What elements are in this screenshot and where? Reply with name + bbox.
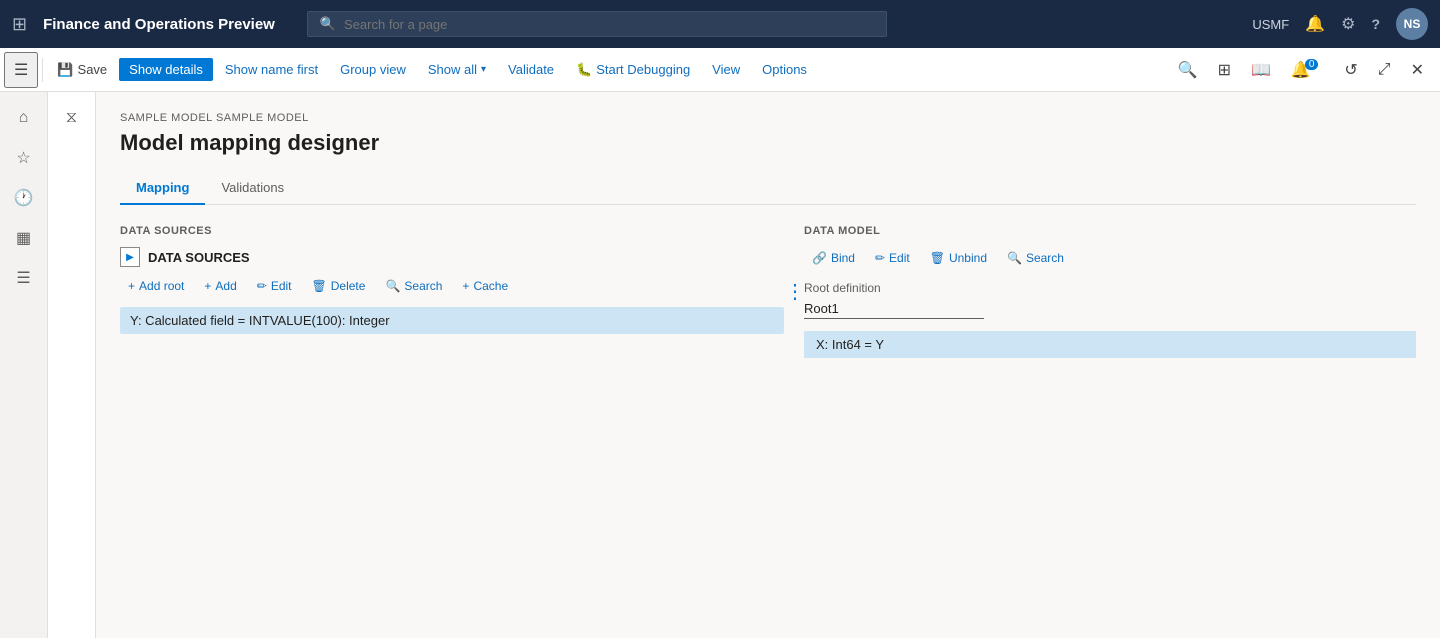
data-sources-label: DATA SOURCES: [120, 225, 784, 237]
avatar[interactable]: NS: [1396, 8, 1428, 40]
root-definition-input[interactable]: [804, 299, 984, 319]
dm-tree-item-x[interactable]: X: Int64 = Y: [804, 331, 1416, 358]
search-ds-button[interactable]: 🔍 Search: [377, 275, 450, 297]
hamburger-button[interactable]: ☰: [4, 52, 38, 88]
left-sidebar: ⌂ ☆ 🕐 ▦ ☰: [0, 92, 48, 638]
cmd-expand-button[interactable]: ⤢: [1370, 57, 1399, 83]
delete-icon: 🗑: [312, 279, 327, 293]
gear-icon[interactable]: ⚙: [1341, 14, 1355, 34]
cmd-puzzle-button[interactable]: ⊞: [1210, 56, 1239, 84]
edit-icon: ✏: [257, 279, 267, 293]
show-name-first-button[interactable]: Show name first: [215, 58, 328, 81]
sidebar-list[interactable]: ☰: [6, 260, 42, 296]
separator-1: [42, 58, 43, 82]
tab-validations[interactable]: Validations: [205, 172, 300, 205]
save-button[interactable]: 💾 Save: [47, 58, 117, 82]
cache-button[interactable]: + Cache: [454, 275, 516, 297]
validate-button[interactable]: Validate: [498, 58, 564, 81]
cmd-search-button[interactable]: 🔍: [1170, 56, 1206, 84]
sidebar-home[interactable]: ⌂: [6, 100, 42, 136]
dm-edit-icon: ✏: [875, 251, 885, 265]
tabs: Mapping Validations: [120, 172, 1416, 205]
data-model-panel: DATA MODEL 🔗 Bind ✏ Edit 🗑 Unbind: [796, 225, 1416, 358]
show-all-button[interactable]: Show all ▾: [418, 58, 496, 81]
start-debugging-button[interactable]: 🐛 Start Debugging: [566, 58, 700, 82]
add-button[interactable]: + Add: [196, 275, 244, 297]
grid-icon[interactable]: ⊞: [12, 14, 27, 35]
data-sources-title: DATA SOURCES: [148, 250, 250, 265]
dm-edit-button[interactable]: ✏ Edit: [867, 247, 918, 269]
user-name: USMF: [1252, 17, 1289, 32]
dm-search-button[interactable]: 🔍 Search: [999, 247, 1072, 269]
tab-mapping[interactable]: Mapping: [120, 172, 205, 205]
edit-button[interactable]: ✏ Edit: [249, 275, 300, 297]
filter-icon[interactable]: ⧖: [54, 100, 90, 136]
cmd-book-button[interactable]: 📖: [1243, 56, 1279, 84]
view-button[interactable]: View: [702, 58, 750, 81]
add-icon: +: [204, 279, 211, 293]
breadcrumb: SAMPLE MODEL SAMPLE MODEL: [120, 112, 1416, 124]
app-title: Finance and Operations Preview: [43, 16, 275, 33]
data-sources-toolbar: + Add root + Add ✏ Edit 🗑 Delete: [120, 275, 784, 297]
options-button[interactable]: Options: [752, 58, 817, 81]
panels-container: DATA SOURCES ▶ DATA SOURCES + Add root +…: [120, 225, 1416, 358]
search-ds-icon: 🔍: [385, 279, 400, 293]
data-model-label: DATA MODEL: [804, 225, 1416, 237]
show-all-dropdown-icon: ▾: [481, 64, 486, 75]
data-sources-panel: DATA SOURCES ▶ DATA SOURCES + Add root +…: [120, 225, 792, 358]
data-sources-header: ▶ DATA SOURCES: [120, 247, 784, 267]
expand-tree-button[interactable]: ▶: [120, 247, 140, 267]
add-root-icon: +: [128, 279, 135, 293]
cmd-right-icons: 🔍 ⊞ 📖 🔔0 ↺ ⤢ ✕: [1170, 56, 1432, 84]
cmd-close-button[interactable]: ✕: [1403, 56, 1432, 84]
help-icon[interactable]: ?: [1371, 16, 1380, 32]
command-bar: ☰ 💾 Save Show details Show name first Gr…: [0, 48, 1440, 92]
unbind-button[interactable]: 🗑 Unbind: [922, 247, 995, 269]
sidebar-workspaces[interactable]: ▦: [6, 220, 42, 256]
unbind-icon: 🗑: [930, 251, 945, 265]
bell-icon[interactable]: 🔔: [1305, 14, 1325, 34]
cache-icon: +: [462, 279, 469, 293]
search-input[interactable]: [344, 17, 874, 32]
save-icon: 💾: [57, 62, 73, 78]
filter-sidebar: ⧖: [48, 92, 96, 638]
delete-button[interactable]: 🗑 Delete: [304, 275, 374, 297]
bind-icon: 🔗: [812, 251, 827, 265]
add-root-button[interactable]: + Add root: [120, 275, 192, 297]
tree-item-y[interactable]: Y: Calculated field = INTVALUE(100): Int…: [120, 307, 784, 334]
cmd-notification-button[interactable]: 🔔0: [1283, 56, 1332, 84]
search-icon: 🔍: [320, 16, 336, 32]
top-bar: ⊞ Finance and Operations Preview 🔍 USMF …: [0, 0, 1440, 48]
show-details-button[interactable]: Show details: [119, 58, 213, 81]
dm-search-icon: 🔍: [1007, 251, 1022, 265]
sidebar-recent[interactable]: 🕐: [6, 180, 42, 216]
notification-badge: 0: [1305, 59, 1319, 70]
sidebar-favorites[interactable]: ☆: [6, 140, 42, 176]
data-model-toolbar: 🔗 Bind ✏ Edit 🗑 Unbind 🔍 Search: [804, 247, 1416, 269]
group-view-button[interactable]: Group view: [330, 58, 416, 81]
global-search[interactable]: 🔍: [307, 11, 887, 37]
page-title: Model mapping designer: [120, 130, 1416, 156]
main-layout: ⌂ ☆ 🕐 ▦ ☰ ⧖ SAMPLE MODEL SAMPLE MODEL Mo…: [0, 92, 1440, 638]
root-definition: Root definition: [804, 281, 1416, 319]
top-bar-right: USMF 🔔 ⚙ ? NS: [1252, 8, 1428, 40]
content-area: SAMPLE MODEL SAMPLE MODEL Model mapping …: [96, 92, 1440, 638]
root-definition-label: Root definition: [804, 281, 1416, 295]
bind-button[interactable]: 🔗 Bind: [804, 247, 863, 269]
cmd-refresh-button[interactable]: ↺: [1336, 56, 1365, 84]
